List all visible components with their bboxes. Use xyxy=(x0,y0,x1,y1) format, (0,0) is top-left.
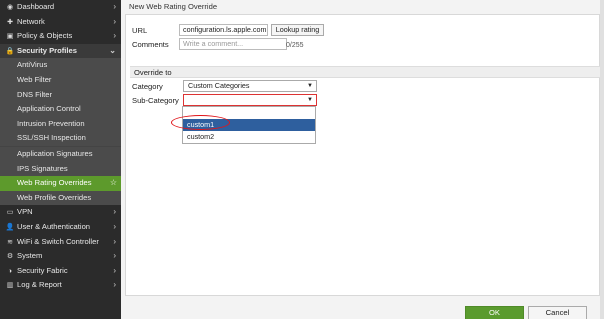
sidebar-item-security-profiles[interactable]: 🔒 Security Profiles ⌄ xyxy=(0,43,121,59)
sidebar-item-label: SSL/SSH Inspection xyxy=(17,133,86,143)
sidebar-item-wifi-switch-controller[interactable]: ≋ WiFi & Switch Controller › xyxy=(0,235,121,250)
sidebar-item-application-control[interactable]: Application Control xyxy=(0,102,121,117)
sidebar-item-label: IPS Signatures xyxy=(17,163,68,173)
sidebar-item-label: Log & Report xyxy=(17,280,62,290)
sidebar-item-label: VPN xyxy=(17,207,33,217)
star-icon[interactable]: ☆ xyxy=(110,176,117,191)
comments-field[interactable]: Write a comment... xyxy=(179,38,287,50)
chevron-right-icon: › xyxy=(113,221,116,231)
sidebar-item-dns-filter[interactable]: DNS Filter xyxy=(0,87,121,103)
dropdown-option-custom1[interactable]: custom1 xyxy=(183,119,315,131)
ok-button[interactable]: OK xyxy=(465,306,524,319)
url-label: URL xyxy=(132,26,148,35)
sidebar-item-label: Web Profile Overrides xyxy=(17,192,92,202)
user-icon: 👤 xyxy=(5,223,15,231)
sidebar-item-label: Web Rating Overrides xyxy=(17,178,92,188)
subcategory-label: Sub-Category xyxy=(132,96,179,105)
policy-icon: ▣ xyxy=(6,33,14,41)
sidebar-item-label: Web Filter xyxy=(17,74,52,84)
sidebar-item-log-report[interactable]: ▥ Log & Report › xyxy=(0,278,121,293)
category-value: Custom Categories xyxy=(188,81,250,90)
page-title: New Web Rating Override xyxy=(125,0,600,15)
sidebar-item-label: System xyxy=(17,251,43,261)
wifi-icon: ≋ xyxy=(7,238,13,246)
chevron-right-icon: › xyxy=(113,207,116,217)
chevron-right-icon: › xyxy=(113,280,116,290)
sidebar-item-antivirus[interactable]: AntiVirus xyxy=(0,58,121,73)
category-select[interactable]: Custom Categories ▼ xyxy=(183,80,317,92)
chevron-right-icon: › xyxy=(113,16,116,26)
sidebar-item-application-signatures[interactable]: Application Signatures xyxy=(0,146,121,162)
chart-icon: ▥ xyxy=(6,282,14,290)
sidebar-item-label: Application Control xyxy=(17,104,81,114)
comments-label: Comments xyxy=(132,40,169,49)
cancel-button[interactable]: Cancel xyxy=(528,306,587,319)
chevron-right-icon: › xyxy=(113,251,116,261)
sidebar-item-network[interactable]: ✚ Network › xyxy=(0,15,121,30)
dashboard-icon: ◉ xyxy=(6,4,14,11)
sidebar-item-dashboard[interactable]: ◉ Dashboard › xyxy=(0,0,121,15)
sidebar-item-web-rating-overrides[interactable]: Web Rating Overrides ☆ xyxy=(0,176,121,191)
sidebar-item-ssl-ssh-inspection[interactable]: SSL/SSH Inspection xyxy=(0,131,121,146)
dropdown-option-custom2[interactable]: custom2 xyxy=(183,131,315,143)
sidebar-item-policy-objects[interactable]: ▣ Policy & Objects › xyxy=(0,29,121,44)
chevron-right-icon: › xyxy=(113,265,116,275)
override-section-header: Override to xyxy=(130,66,600,78)
url-field[interactable]: configuration.ls.apple.com xyxy=(179,24,268,36)
sidebar-item-label: Security Fabric xyxy=(17,265,68,275)
comments-counter: 0/255 xyxy=(286,42,304,49)
sidebar-nav: ◉ Dashboard › ✚ Network › ▣ Policy & Objects ›… xyxy=(0,0,121,319)
sidebar-item-intrusion-prevention[interactable]: Intrusion Prevention xyxy=(0,116,121,132)
form-footer: OK Cancel xyxy=(125,295,600,319)
override-form: URL configuration.ls.apple.com Lookup ra… xyxy=(125,15,600,295)
chevron-right-icon: › xyxy=(113,31,116,41)
sidebar-item-label: WiFi & Switch Controller xyxy=(17,236,99,246)
sidebar-item-label: Network xyxy=(17,16,45,26)
sidebar-item-vpn[interactable]: ▭ VPN › xyxy=(0,205,121,220)
subcategory-select[interactable]: ▼ xyxy=(183,94,317,106)
scrollbar-track xyxy=(600,0,604,319)
sidebar-item-label: User & Authentication xyxy=(17,221,91,231)
sidebar-item-web-profile-overrides[interactable]: Web Profile Overrides xyxy=(0,190,121,206)
sidebar-item-label: AntiVirus xyxy=(17,60,48,70)
chevron-right-icon: › xyxy=(113,236,116,246)
lock-icon: 🔒 xyxy=(5,47,15,55)
chevron-down-icon: ⌄ xyxy=(109,45,116,55)
sidebar-item-user-authentication[interactable]: 👤 User & Authentication › xyxy=(0,220,121,235)
gear-icon: ⚙ xyxy=(6,253,14,261)
fabric-icon: ◑ xyxy=(7,267,13,275)
sidebar-item-web-filter[interactable]: Web Filter xyxy=(0,72,121,88)
sidebar-item-label: Security Profiles xyxy=(17,45,77,55)
chevron-right-icon: › xyxy=(113,2,116,11)
main-content: New Web Rating Override URL configuratio… xyxy=(121,0,604,319)
sidebar-item-label: Dashboard xyxy=(17,2,55,11)
dropdown-option-empty[interactable] xyxy=(183,107,315,119)
sidebar-item-ips-signatures[interactable]: IPS Signatures xyxy=(0,161,121,177)
dropdown-arrow-icon: ▼ xyxy=(307,83,313,89)
lookup-rating-button[interactable]: Lookup rating xyxy=(271,24,324,36)
sidebar-item-system[interactable]: ⚙ System › xyxy=(0,249,121,264)
dropdown-arrow-icon: ▼ xyxy=(307,97,313,103)
vpn-icon: ▭ xyxy=(6,209,14,217)
sidebar-item-label: Policy & Objects xyxy=(17,31,73,41)
subcategory-dropdown-list: custom1 custom2 xyxy=(182,106,316,144)
network-icon: ✚ xyxy=(7,18,13,26)
category-label: Category xyxy=(132,82,163,91)
sidebar-item-label: Intrusion Prevention xyxy=(17,118,85,128)
sidebar-item-label: Application Signatures xyxy=(17,148,93,158)
sidebar-item-security-fabric[interactable]: ◑ Security Fabric › xyxy=(0,264,121,279)
sidebar-item-label: DNS Filter xyxy=(17,89,53,99)
